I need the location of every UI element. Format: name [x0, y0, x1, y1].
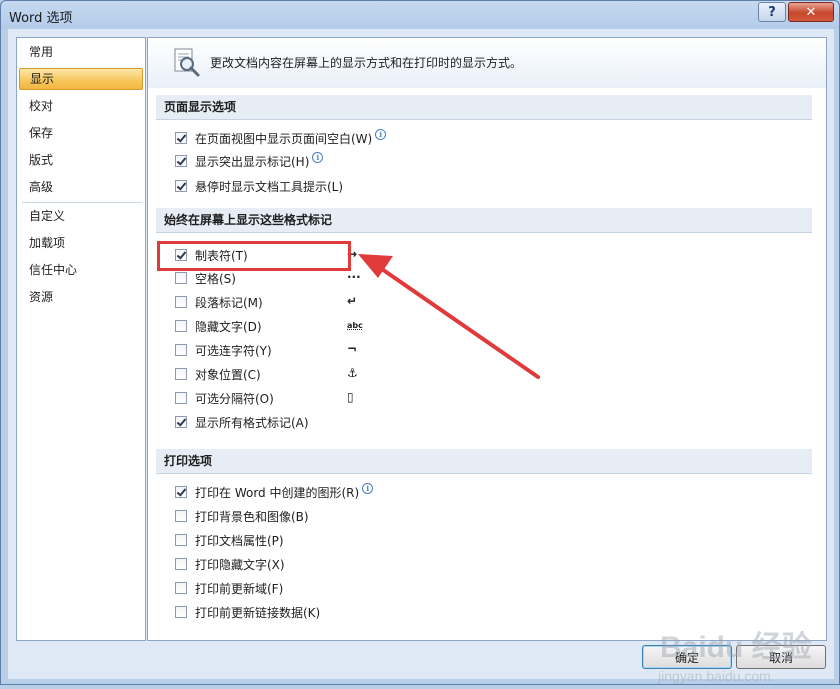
checkbox[interactable]	[175, 416, 187, 428]
watermark-subtext: jingyan.baidu.com	[657, 668, 771, 684]
hidden-text-mark-icon: abc	[347, 321, 363, 330]
option-show-whitespace[interactable]: 在页面视图中显示页面间空白(W) i	[175, 128, 387, 148]
option-optional-breaks[interactable]: 可选分隔符(O) ▯	[175, 388, 375, 408]
option-update-fields[interactable]: 打印前更新域(F)	[175, 578, 283, 598]
option-hidden-text[interactable]: 隐藏文字(D) abc	[175, 316, 375, 336]
option-update-links[interactable]: 打印前更新链接数据(K)	[175, 602, 320, 622]
option-label: 显示所有格式标记(A)	[195, 415, 309, 430]
title-bar[interactable]: Word 选项 ? ✕	[1, 1, 839, 29]
watermark-text: Baidu 经验	[660, 630, 812, 664]
option-print-properties[interactable]: 打印文档属性(P)	[175, 530, 284, 550]
option-label: 隐藏文字(D)	[195, 319, 262, 334]
option-label: 打印背景色和图像(B)	[195, 509, 309, 524]
paragraph-mark-icon: ↵	[347, 294, 358, 308]
checkbox[interactable]	[175, 155, 187, 167]
magnifier-document-icon	[174, 48, 200, 77]
nav-item-resources[interactable]: 资源	[19, 286, 143, 308]
checkbox[interactable]	[175, 510, 187, 522]
anchor-icon: ⚓	[347, 366, 358, 380]
checkbox[interactable]	[175, 272, 187, 284]
option-label: 打印隐藏文字(X)	[195, 557, 285, 572]
section-header-page-display: 页面显示选项	[156, 95, 812, 120]
nav-item-display[interactable]: 显示	[19, 68, 143, 90]
nav-separator	[22, 202, 142, 203]
checkbox[interactable]	[175, 486, 187, 498]
checkbox[interactable]	[175, 320, 187, 332]
hyphen-mark-icon: ¬	[347, 342, 358, 356]
panel-banner: 更改文档内容在屏幕上的显示方式和在打印时的显示方式。	[148, 38, 826, 88]
info-icon: i	[375, 128, 387, 140]
option-object-anchors[interactable]: 对象位置(C) ⚓	[175, 364, 375, 384]
checkbox[interactable]	[175, 534, 187, 546]
nav-item-advanced[interactable]: 高级	[19, 176, 143, 198]
close-icon: ✕	[805, 4, 817, 20]
space-mark-icon: ···	[347, 270, 361, 284]
option-paragraph-marks[interactable]: 段落标记(M) ↵	[175, 292, 375, 312]
checkbox[interactable]	[175, 582, 187, 594]
annotation-highlight-box	[157, 241, 351, 271]
option-label: 对象位置(C)	[195, 367, 261, 382]
option-show-all-marks[interactable]: 显示所有格式标记(A)	[175, 412, 309, 432]
word-options-dialog: Word 选项 ? ✕ 常用 显示 校对 保存 版式 高级 自定义 加载项 信任…	[0, 0, 840, 685]
checkbox[interactable]	[175, 392, 187, 404]
option-label: 打印在 Word 中创建的图形(R)	[195, 485, 360, 500]
section-header-print: 打印选项	[156, 449, 812, 474]
option-label: 悬停时显示文档工具提示(L)	[195, 179, 344, 194]
option-spaces[interactable]: 空格(S) ···	[175, 268, 375, 288]
info-icon: i	[312, 151, 324, 163]
option-label: 打印文档属性(P)	[195, 533, 284, 548]
nav-item-typography[interactable]: 版式	[19, 149, 143, 171]
nav-item-save[interactable]: 保存	[19, 122, 143, 144]
help-icon: ?	[768, 4, 776, 20]
option-label: 可选连字符(Y)	[195, 343, 272, 358]
section-header-format-marks: 始终在屏幕上显示这些格式标记	[156, 208, 812, 233]
option-label: 在页面视图中显示页面间空白(W)	[195, 131, 373, 146]
checkbox[interactable]	[175, 132, 187, 144]
banner-description: 更改文档内容在屏幕上的显示方式和在打印时的显示方式。	[210, 56, 523, 70]
checkbox[interactable]	[175, 606, 187, 618]
baidu-watermark-logo: Baidu 经验 jingyan.baidu.com	[657, 630, 812, 684]
nav-item-customize[interactable]: 自定义	[19, 205, 143, 227]
checkbox[interactable]	[175, 180, 187, 192]
option-print-hidden-text[interactable]: 打印隐藏文字(X)	[175, 554, 285, 574]
option-label: 打印前更新链接数据(K)	[195, 605, 321, 620]
checkbox[interactable]	[175, 558, 187, 570]
checkbox[interactable]	[175, 344, 187, 356]
option-show-highlighter[interactable]: 显示突出显示标记(H) i	[175, 151, 324, 171]
checkbox[interactable]	[175, 296, 187, 308]
option-show-tooltips[interactable]: 悬停时显示文档工具提示(L)	[175, 176, 343, 196]
option-label: 显示突出显示标记(H)	[195, 154, 310, 169]
close-button[interactable]: ✕	[788, 2, 834, 22]
info-icon: i	[362, 482, 374, 494]
option-label: 空格(S)	[195, 271, 236, 286]
nav-item-addins[interactable]: 加载项	[19, 232, 143, 254]
option-optional-hyphens[interactable]: 可选连字符(Y) ¬	[175, 340, 375, 360]
help-button[interactable]: ?	[758, 2, 786, 22]
nav-item-proofing[interactable]: 校对	[19, 95, 143, 117]
window-title: Word 选项	[9, 11, 73, 26]
nav-item-trust-center[interactable]: 信任中心	[19, 259, 143, 281]
option-label: 打印前更新域(F)	[195, 581, 284, 596]
dialog-client: 常用 显示 校对 保存 版式 高级 自定义 加载项 信任中心 资源 更改文档内容…	[8, 29, 834, 684]
optional-break-mark-icon: ▯	[347, 390, 354, 404]
checkbox[interactable]	[175, 368, 187, 380]
option-print-drawings[interactable]: 打印在 Word 中创建的图形(R) i	[175, 482, 374, 502]
option-print-background[interactable]: 打印背景色和图像(B)	[175, 506, 309, 526]
option-label: 段落标记(M)	[195, 295, 263, 310]
category-nav: 常用 显示 校对 保存 版式 高级 自定义 加载项 信任中心 资源	[16, 37, 146, 641]
nav-item-common[interactable]: 常用	[19, 41, 143, 63]
display-options-panel: 更改文档内容在屏幕上的显示方式和在打印时的显示方式。 页面显示选项 在页面视图中…	[147, 37, 827, 641]
option-label: 可选分隔符(O)	[195, 391, 274, 406]
